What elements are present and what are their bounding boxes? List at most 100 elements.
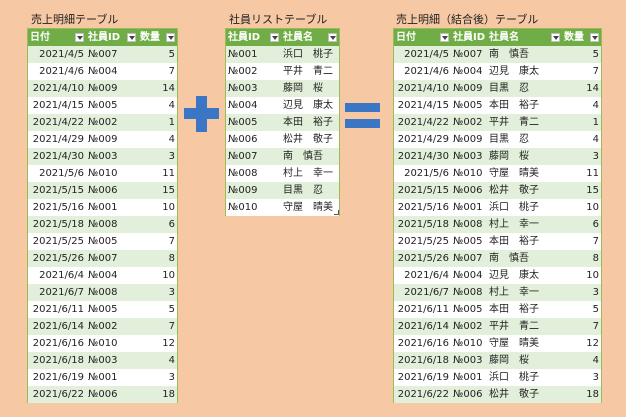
cell-employee-id[interactable]: №005 [86, 233, 138, 250]
cell-quantity[interactable]: 12 [138, 335, 177, 352]
cell-date[interactable]: 2021/4/30 [28, 148, 86, 165]
cell-quantity[interactable]: 4 [138, 97, 177, 114]
cell-employee-name[interactable]: 松井 敬子 [281, 131, 339, 148]
cell-employee-id[interactable]: №005 [451, 233, 487, 250]
cell-employee-name[interactable]: 南 慎吾 [281, 148, 339, 165]
cell-employee-id[interactable]: №006 [451, 386, 487, 403]
cell-employee-id[interactable]: №010 [451, 335, 487, 352]
cell-date[interactable]: 2021/5/26 [28, 250, 86, 267]
cell-quantity[interactable]: 5 [138, 46, 177, 63]
cell-quantity[interactable]: 15 [138, 182, 177, 199]
cell-employee-id[interactable]: №008 [451, 216, 487, 233]
cell-date[interactable]: 2021/6/18 [28, 352, 86, 369]
cell-employee-id[interactable]: №004 [86, 63, 138, 80]
cell-date[interactable]: 2021/5/15 [394, 182, 451, 199]
cell-employee-name[interactable]: 村上 幸一 [487, 216, 562, 233]
cell-quantity[interactable]: 8 [562, 250, 601, 267]
cell-quantity[interactable]: 1 [138, 114, 177, 131]
cell-quantity[interactable]: 3 [138, 369, 177, 386]
cell-quantity[interactable]: 5 [562, 46, 601, 63]
filter-dropdown-icon[interactable] [166, 33, 175, 42]
cell-employee-id[interactable]: №001 [451, 199, 487, 216]
cell-quantity[interactable]: 3 [138, 148, 177, 165]
cell-date[interactable]: 2021/4/10 [28, 80, 86, 97]
cell-employee-id[interactable]: №006 [451, 182, 487, 199]
cell-quantity[interactable]: 4 [138, 352, 177, 369]
cell-quantity[interactable]: 11 [562, 165, 601, 182]
cell-quantity[interactable]: 15 [562, 182, 601, 199]
cell-employee-id[interactable]: №007 [451, 250, 487, 267]
cell-employee-name[interactable]: 村上 幸一 [487, 284, 562, 301]
cell-employee-name[interactable]: 本田 裕子 [487, 97, 562, 114]
cell-employee-id[interactable]: №008 [451, 284, 487, 301]
cell-employee-id[interactable]: №007 [226, 148, 281, 165]
cell-employee-name[interactable]: 本田 裕子 [487, 301, 562, 318]
cell-date[interactable]: 2021/6/4 [28, 267, 86, 284]
cell-date[interactable]: 2021/6/11 [394, 301, 451, 318]
cell-employee-id[interactable]: №009 [86, 131, 138, 148]
cell-employee-id[interactable]: №003 [451, 148, 487, 165]
cell-employee-id[interactable]: №001 [226, 46, 281, 63]
cell-employee-name[interactable]: 松井 敬子 [487, 182, 562, 199]
cell-employee-name[interactable]: 目黒 忍 [487, 131, 562, 148]
cell-quantity[interactable]: 1 [562, 114, 601, 131]
cell-date[interactable]: 2021/4/29 [394, 131, 451, 148]
cell-date[interactable]: 2021/4/6 [394, 63, 451, 80]
cell-employee-name[interactable]: 平井 青二 [281, 63, 339, 80]
cell-quantity[interactable]: 7 [562, 318, 601, 335]
cell-employee-id[interactable]: №006 [86, 182, 138, 199]
cell-quantity[interactable]: 12 [562, 335, 601, 352]
cell-quantity[interactable]: 10 [562, 267, 601, 284]
cell-employee-id[interactable]: №006 [226, 131, 281, 148]
cell-date[interactable]: 2021/6/18 [394, 352, 451, 369]
cell-employee-id[interactable]: №005 [451, 301, 487, 318]
cell-employee-id[interactable]: №010 [86, 335, 138, 352]
cell-date[interactable]: 2021/4/22 [28, 114, 86, 131]
filter-dropdown-icon[interactable] [551, 33, 560, 42]
filter-dropdown-icon[interactable] [590, 33, 599, 42]
cell-date[interactable]: 2021/6/14 [28, 318, 86, 335]
cell-employee-name[interactable]: 本田 裕子 [487, 233, 562, 250]
cell-employee-id[interactable]: №003 [226, 80, 281, 97]
cell-employee-name[interactable]: 辺見 康太 [487, 267, 562, 284]
cell-employee-id[interactable]: №008 [86, 216, 138, 233]
cell-quantity[interactable]: 6 [138, 216, 177, 233]
cell-quantity[interactable]: 4 [138, 131, 177, 148]
cell-quantity[interactable]: 7 [562, 233, 601, 250]
cell-employee-id[interactable]: №002 [451, 114, 487, 131]
cell-employee-name[interactable]: 南 慎吾 [487, 46, 562, 63]
cell-quantity[interactable]: 5 [138, 301, 177, 318]
cell-employee-name[interactable]: 浜口 桃子 [487, 369, 562, 386]
cell-date[interactable]: 2021/4/15 [28, 97, 86, 114]
cell-quantity[interactable]: 18 [562, 386, 601, 403]
cell-employee-id[interactable]: №008 [86, 284, 138, 301]
cell-employee-id[interactable]: №004 [226, 97, 281, 114]
cell-employee-name[interactable]: 目黒 忍 [487, 80, 562, 97]
cell-employee-id[interactable]: №008 [226, 165, 281, 182]
cell-quantity[interactable]: 8 [138, 250, 177, 267]
cell-employee-name[interactable]: 辺見 康太 [281, 97, 339, 114]
cell-date[interactable]: 2021/5/6 [28, 165, 86, 182]
filter-dropdown-icon[interactable] [440, 33, 449, 42]
cell-employee-id[interactable]: №010 [86, 165, 138, 182]
cell-employee-id[interactable]: №005 [451, 97, 487, 114]
cell-quantity[interactable]: 6 [562, 216, 601, 233]
cell-date[interactable]: 2021/5/26 [394, 250, 451, 267]
cell-employee-id[interactable]: №010 [451, 165, 487, 182]
cell-employee-id[interactable]: №005 [86, 97, 138, 114]
cell-employee-id[interactable]: №002 [86, 114, 138, 131]
cell-employee-id[interactable]: №007 [86, 46, 138, 63]
cell-date[interactable]: 2021/5/18 [28, 216, 86, 233]
cell-date[interactable]: 2021/4/5 [394, 46, 451, 63]
cell-employee-id[interactable]: №001 [86, 369, 138, 386]
cell-quantity[interactable]: 14 [562, 80, 601, 97]
cell-date[interactable]: 2021/5/6 [394, 165, 451, 182]
cell-quantity[interactable]: 10 [138, 267, 177, 284]
cell-employee-name[interactable]: 藤岡 桜 [281, 80, 339, 97]
cell-date[interactable]: 2021/4/6 [28, 63, 86, 80]
cell-date[interactable]: 2021/5/15 [28, 182, 86, 199]
cell-date[interactable]: 2021/5/16 [394, 199, 451, 216]
filter-dropdown-icon[interactable] [328, 33, 337, 42]
cell-employee-id[interactable]: №010 [226, 199, 281, 216]
cell-date[interactable]: 2021/6/22 [28, 386, 86, 403]
